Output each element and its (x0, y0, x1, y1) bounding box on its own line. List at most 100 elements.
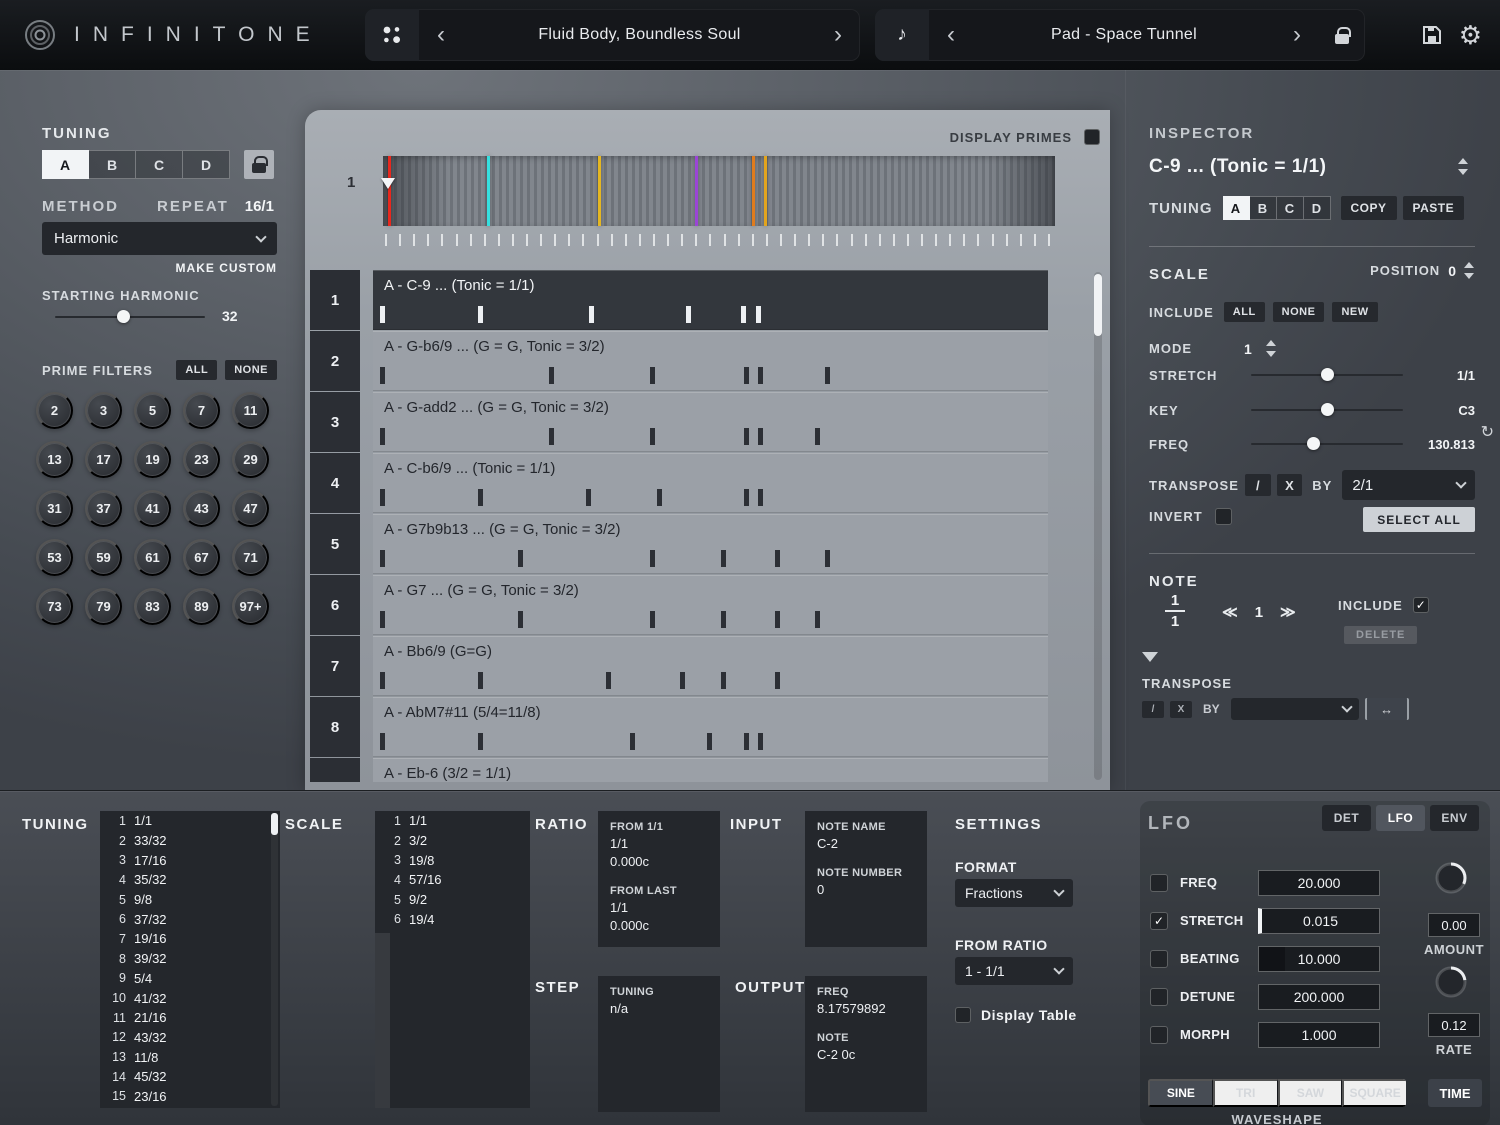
inspector-tuning-tab[interactable]: A (1222, 196, 1250, 220)
note-include-checkbox[interactable] (1412, 597, 1429, 613)
make-custom-button[interactable]: MAKE CUSTOM (42, 261, 277, 275)
prime-filter-button[interactable]: 37 (85, 490, 122, 527)
scale-list-item[interactable]: 5 9/2 (375, 890, 530, 910)
tuning-list-item[interactable]: 7 19/16 (100, 929, 280, 949)
tuning-list-item[interactable]: 5 9/8 (100, 890, 280, 910)
display-table-checkbox[interactable] (955, 1007, 971, 1023)
transpose-by-dropdown[interactable]: 2/1 (1342, 470, 1475, 500)
note-expand-triangle-icon[interactable] (1142, 652, 1158, 662)
patch-preset-next-button[interactable]: › (1275, 9, 1319, 61)
transpose-divide-button[interactable]: / (1244, 474, 1271, 496)
scale-row-number[interactable]: 3 (310, 392, 360, 452)
tuning-list-item[interactable]: 2 33/32 (100, 831, 280, 851)
lfo-param-checkbox[interactable] (1150, 987, 1168, 1006)
scale-row-body[interactable]: A - AbM7#11 (5/4=11/8) (373, 697, 1048, 757)
key-slider[interactable] (1251, 403, 1403, 416)
invert-checkbox[interactable] (1214, 508, 1232, 525)
selection-spinner[interactable] (1458, 158, 1468, 175)
scale-list-item[interactable]: 2 3/2 (375, 831, 530, 851)
prime-filter-button[interactable]: 11 (232, 392, 269, 429)
prime-filter-button[interactable]: 67 (183, 539, 220, 576)
tuning-tab[interactable]: B (89, 150, 136, 179)
scale-list-item[interactable]: 3 19/8 (375, 850, 530, 870)
prime-filter-button[interactable]: 43 (183, 490, 220, 527)
prime-filter-button[interactable]: 2 (36, 392, 73, 429)
method-dropdown[interactable]: Harmonic (42, 222, 277, 255)
repeat-value[interactable]: 16/1 (245, 198, 274, 215)
slider-thumb[interactable] (1320, 403, 1334, 416)
patch-browser-button[interactable]: ♪ (875, 9, 929, 61)
waveshape-option[interactable]: SQUARE (1342, 1079, 1406, 1107)
tuning-list-item[interactable]: 4 35/32 (100, 870, 280, 890)
prime-filter-button[interactable]: 31 (36, 490, 73, 527)
lfo-tab[interactable]: DET (1322, 805, 1371, 831)
prime-filter-button[interactable]: 17 (85, 441, 122, 478)
scale-row-body[interactable]: A - C-b6/9 ... (Tonic = 1/1) (373, 453, 1048, 513)
scale-row-body[interactable]: A - C-9 ... (Tonic = 1/1) (373, 270, 1048, 330)
delete-note-button[interactable]: DELETE (1344, 626, 1418, 644)
scale-row-body[interactable]: A - G-add2 ... (G = G, Tonic = 3/2) (373, 392, 1048, 452)
patch-preset-prev-button[interactable]: ‹ (929, 9, 973, 61)
settings-button[interactable]: ⚙ (1459, 20, 1482, 51)
lfo-param-checkbox[interactable] (1150, 911, 1168, 930)
prime-filter-button[interactable]: 41 (134, 490, 171, 527)
lfo-param-value-field[interactable]: 10.000 (1258, 945, 1380, 972)
prime-filter-button[interactable]: 13 (36, 441, 73, 478)
note-prev-button[interactable]: ≪ (1222, 603, 1238, 621)
prime-filter-button[interactable]: 7 (183, 392, 220, 429)
tuning-tab[interactable]: A (42, 150, 89, 179)
starting-harmonic-slider[interactable] (55, 310, 205, 323)
preset-browser-button[interactable] (365, 9, 419, 61)
mode-spinner[interactable] (1265, 340, 1276, 357)
include-new-button[interactable]: NEW (1332, 302, 1378, 322)
prime-filter-button[interactable]: 5 (134, 392, 171, 429)
prime-filter-button[interactable]: 47 (232, 490, 269, 527)
copy-button[interactable]: COPY (1340, 196, 1397, 220)
save-button[interactable] (1421, 24, 1443, 46)
scrollbar-thumb[interactable] (1094, 274, 1102, 336)
tuning-preset-next-button[interactable]: › (816, 9, 860, 61)
lfo-param-value-field[interactable]: 200.000 (1258, 983, 1380, 1010)
scale-row-body[interactable]: A - G-b6/9 ... (G = G, Tonic = 3/2) (373, 331, 1048, 391)
scale-row-body[interactable]: A - Bb6/9 (G=G) (373, 636, 1048, 696)
slider-thumb[interactable] (116, 310, 130, 323)
transpose-multiply-button[interactable]: X (1276, 474, 1303, 496)
waveshape-option[interactable]: SAW (1277, 1079, 1343, 1107)
scale-row-number[interactable]: 9 (310, 758, 360, 782)
select-all-button[interactable]: SELECT ALL (1363, 507, 1475, 532)
tuning-list-scrollbar[interactable] (271, 813, 278, 1106)
prime-filter-button[interactable]: 23 (183, 441, 220, 478)
freq-slider[interactable] (1251, 437, 1403, 450)
playhead-icon[interactable] (380, 178, 395, 189)
inspector-tuning-tab[interactable]: D (1303, 196, 1331, 220)
waveshape-option[interactable]: TRI (1212, 1079, 1278, 1107)
tuning-preset-prev-button[interactable]: ‹ (419, 9, 463, 61)
tuning-ruler[interactable] (380, 156, 1055, 226)
scale-row-body[interactable]: A - Eb-6 (3/2 = 1/1) (373, 758, 1048, 782)
tuning-list-item[interactable]: 15 23/16 (100, 1087, 280, 1107)
note-divide-button[interactable]: / (1142, 700, 1164, 718)
lfo-param-checkbox[interactable] (1150, 873, 1168, 892)
scale-row-body[interactable]: A - G7 ... (G = G, Tonic = 3/2) (373, 575, 1048, 635)
primes-all-button[interactable]: ALL (176, 360, 218, 380)
position-spinner[interactable] (1464, 262, 1474, 279)
note-ratio-fraction[interactable]: 1 1 (1164, 592, 1186, 630)
format-dropdown[interactable]: Fractions (955, 879, 1073, 907)
lfo-param-value-field[interactable]: 0.015 (1258, 907, 1380, 934)
tuning-lock-button[interactable] (244, 150, 274, 179)
lfo-param-value-field[interactable]: 1.000 (1258, 1021, 1380, 1048)
prime-filter-button[interactable]: 73 (36, 588, 73, 625)
prime-filter-button[interactable]: 29 (232, 441, 269, 478)
patch-lock-button[interactable] (1319, 9, 1365, 61)
tuning-tab[interactable]: D (183, 150, 230, 179)
slider-thumb[interactable] (1307, 437, 1321, 450)
prime-filter-button[interactable]: 59 (85, 539, 122, 576)
scale-row-number[interactable]: 2 (310, 331, 360, 391)
tuning-list-item[interactable]: 13 11/8 (100, 1047, 280, 1067)
note-by-dropdown[interactable] (1230, 698, 1359, 720)
prime-filter-button[interactable]: 19 (134, 441, 171, 478)
prime-filter-button[interactable]: 71 (232, 539, 269, 576)
display-primes-checkbox[interactable] (1084, 129, 1100, 145)
swap-button[interactable]: ↔ (1364, 698, 1409, 720)
prime-filter-button[interactable]: 61 (134, 539, 171, 576)
